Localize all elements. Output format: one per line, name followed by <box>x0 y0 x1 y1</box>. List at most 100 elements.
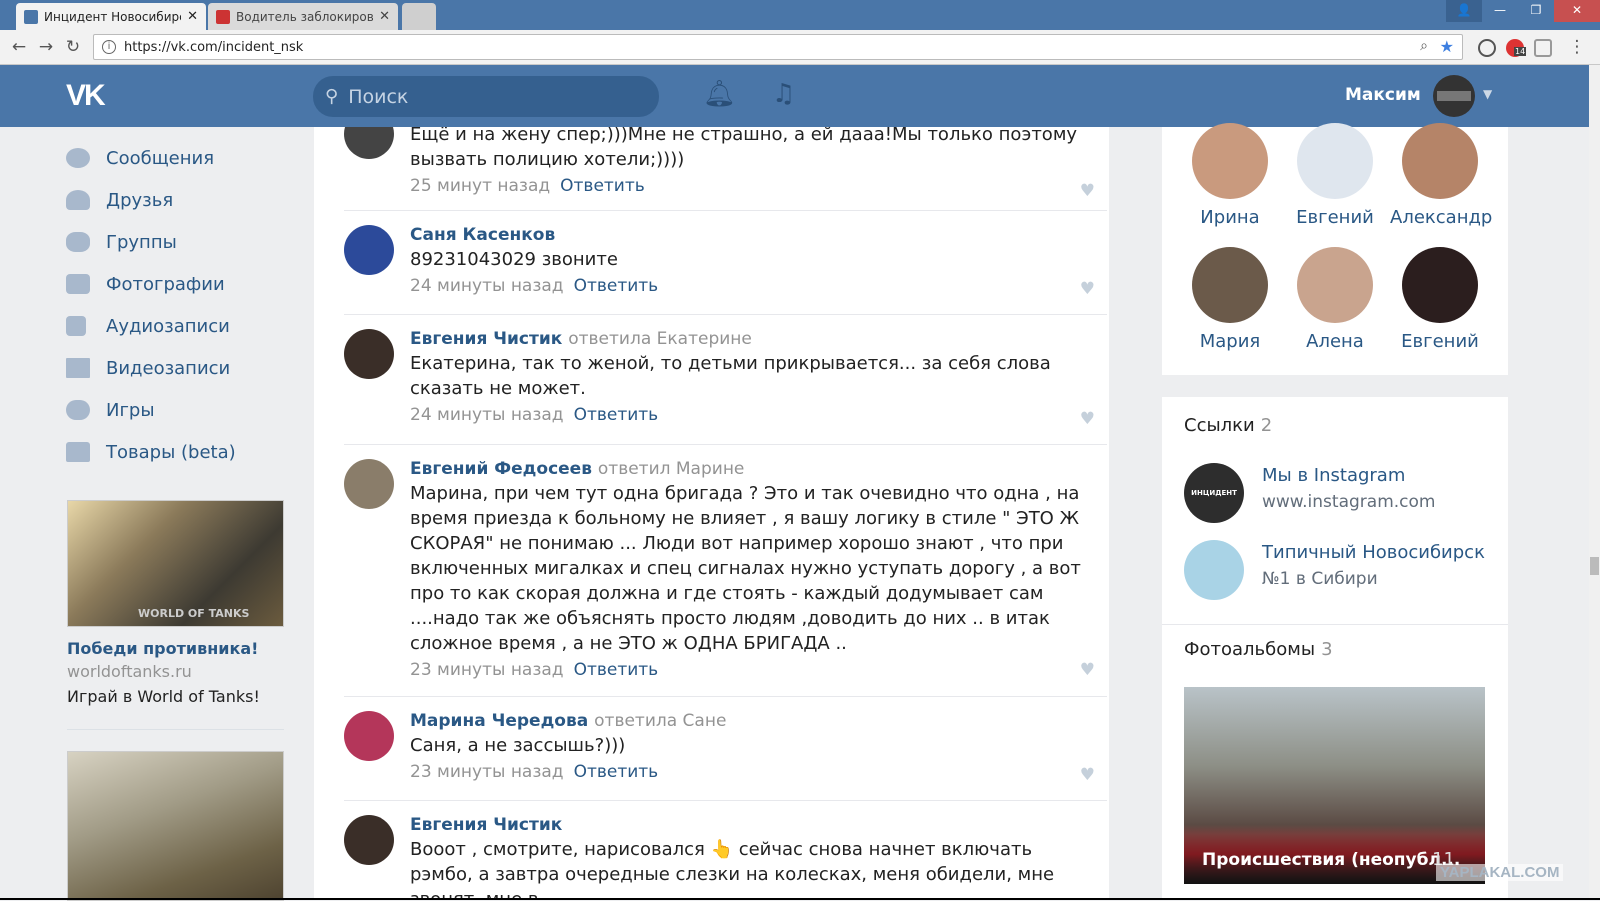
comment-time[interactable]: 24 минуты назад <box>410 405 564 425</box>
gamepad-icon <box>66 400 90 420</box>
comment-author[interactable]: Евгения Чистик ответила Екатерине <box>410 327 1100 351</box>
vk-logo[interactable]: VK <box>66 79 106 113</box>
restore-icon[interactable]: ❐ <box>1518 0 1554 22</box>
comment-time[interactable]: 24 минуты назад <box>410 276 564 296</box>
link-avatar[interactable] <box>1184 540 1244 600</box>
comment-time[interactable]: 23 минуты назад <box>410 660 564 680</box>
reply-button[interactable]: Ответить <box>574 762 659 782</box>
user-name[interactable]: Максим <box>1345 85 1421 105</box>
url-field[interactable]: i https://vk.com/incident_nsk ⌕ ★ <box>93 34 1463 60</box>
minimize-icon[interactable]: — <box>1482 0 1518 22</box>
friend-item[interactable]: Евгений <box>1390 247 1490 352</box>
comment-author[interactable]: Марина Чередова ответила Сане <box>410 709 1100 733</box>
comment-avatar[interactable] <box>344 711 394 761</box>
close-window-icon[interactable]: ✕ <box>1554 0 1600 22</box>
zoom-icon[interactable]: ⌕ <box>1420 38 1428 54</box>
comment-avatar[interactable] <box>344 459 394 509</box>
close-tab-icon[interactable]: ✕ <box>379 9 390 24</box>
comment-author[interactable]: Саня Касенков <box>410 223 1100 247</box>
browser-tab-inactive[interactable]: Водитель заблокировал ✕ <box>208 3 398 30</box>
new-tab-button[interactable] <box>402 3 436 30</box>
scrollbar-thumb[interactable] <box>1590 557 1599 575</box>
left-sidebar: Сообщения Друзья Группы Фотографии Аудио… <box>66 127 316 473</box>
comment-time[interactable]: 23 минуты назад <box>410 762 564 782</box>
reply-button[interactable]: Ответить <box>574 660 659 680</box>
menu-dots-icon[interactable]: ⋮ <box>1566 36 1588 58</box>
comment-author[interactable]: Евгений Федосеев ответил Марине <box>410 457 1100 481</box>
link-item[interactable]: ИНЦИДЕНТ Мы в Instagram www.instagram.com <box>1184 463 1435 523</box>
site-info-icon[interactable]: i <box>102 40 116 54</box>
reply-button[interactable]: Ответить <box>560 176 645 196</box>
ad-block[interactable] <box>67 751 284 901</box>
sidebar-item-games[interactable]: Игры <box>66 389 316 431</box>
comment-meta: 24 минуты назад Ответить <box>410 272 1100 300</box>
ad-title[interactable]: Победи противника! <box>67 639 284 658</box>
links-header[interactable]: Ссылки 2 <box>1184 415 1272 436</box>
sidebar-item-audio[interactable]: Аудиозаписи <box>66 305 316 347</box>
bookmark-star-icon[interactable]: ★ <box>1440 37 1454 56</box>
sidebar-item-friends[interactable]: Друзья <box>66 179 316 221</box>
browser-tab-active[interactable]: Инцидент Новосибирск ✕ <box>16 3 206 30</box>
friend-avatar[interactable] <box>1402 123 1478 199</box>
sidebar-item-goods[interactable]: Товары (beta) <box>66 431 316 473</box>
close-tab-icon[interactable]: ✕ <box>187 9 198 24</box>
friend-avatar[interactable] <box>1192 247 1268 323</box>
profile-icon[interactable]: 👤 <box>1446 0 1482 22</box>
heart-icon[interactable]: ♥ <box>1080 660 1095 680</box>
heart-icon[interactable]: ♥ <box>1080 409 1095 429</box>
reply-button[interactable]: Ответить <box>574 276 659 296</box>
reply-to-label[interactable]: ответила Сане <box>594 711 726 731</box>
heart-icon[interactable]: ♥ <box>1080 181 1095 201</box>
ad-block[interactable]: WORLD OF TANKS Победи противника! worldo… <box>67 500 284 706</box>
friend-avatar[interactable] <box>1402 247 1478 323</box>
friend-avatar[interactable] <box>1192 123 1268 199</box>
comment-item: Ещё и на жену спер;)))Мне не страшно, а … <box>344 127 1107 211</box>
sidebar-item-photos[interactable]: Фотографии <box>66 263 316 305</box>
search-box[interactable]: ⚲ <box>313 76 659 117</box>
comment-avatar[interactable] <box>344 815 394 865</box>
back-arrow-icon[interactable]: ← <box>8 36 30 58</box>
comment-avatar[interactable] <box>344 225 394 275</box>
comment-meta: 23 минуты назад Ответить <box>410 758 1100 786</box>
forward-arrow-icon[interactable]: → <box>35 36 57 58</box>
friend-item[interactable]: Алена <box>1285 247 1385 352</box>
comment-avatar[interactable] <box>344 127 394 159</box>
sidebar-item-messages[interactable]: Сообщения <box>66 137 316 179</box>
sidebar-item-videos[interactable]: Видеозаписи <box>66 347 316 389</box>
link-item[interactable]: Типичный Новосибирск №1 в Сибири <box>1184 540 1485 600</box>
friend-avatar[interactable] <box>1297 247 1373 323</box>
comment-text: Марина, при чем тут одна бригада ? Это и… <box>410 483 1081 654</box>
vk-default-avatar-icon[interactable] <box>1297 123 1373 199</box>
reply-to-label[interactable]: ответила Екатерине <box>568 329 752 349</box>
comment-time[interactable]: 25 минут назад <box>410 176 550 196</box>
notifications-bell-icon[interactable]: 🔔︎ <box>703 79 736 109</box>
adblock-extension-icon[interactable]: 14 <box>1506 39 1527 57</box>
music-note-icon[interactable]: ♫ <box>772 79 795 109</box>
comment-author[interactable]: Евгения Чистик <box>410 813 1100 837</box>
comment-avatar[interactable] <box>344 329 394 379</box>
extension-icon[interactable] <box>1478 39 1496 57</box>
friend-item[interactable]: Евгений <box>1285 123 1385 228</box>
user-avatar[interactable] <box>1433 75 1475 117</box>
extension-icon[interactable] <box>1534 39 1552 57</box>
camera-icon <box>66 274 90 294</box>
albums-header[interactable]: Фотоальбомы 3 <box>1184 639 1333 660</box>
friend-item[interactable]: Ирина <box>1180 123 1280 228</box>
heart-icon[interactable]: ♥ <box>1080 279 1095 299</box>
scrollbar[interactable] <box>1589 65 1600 900</box>
heart-icon[interactable]: ♥ <box>1080 765 1095 785</box>
reply-button[interactable]: Ответить <box>574 405 659 425</box>
friend-item[interactable]: Мария <box>1180 247 1280 352</box>
friend-item[interactable]: Александр <box>1390 123 1492 228</box>
reload-icon[interactable]: ↻ <box>62 36 84 58</box>
search-input[interactable] <box>348 85 649 108</box>
link-avatar[interactable]: ИНЦИДЕНТ <box>1184 463 1244 523</box>
friends-icon <box>66 190 90 210</box>
album-cover[interactable]: Происшествия (неопубл... 11 <box>1184 687 1485 884</box>
sidebar-item-groups[interactable]: Группы <box>66 221 316 263</box>
ad-image[interactable]: WORLD OF TANKS <box>67 500 284 627</box>
comment-item: Марина Чередова ответила Сане Саня, а не… <box>344 697 1107 801</box>
reply-to-label[interactable]: ответил Марине <box>598 459 745 479</box>
chevron-down-icon[interactable]: ▼ <box>1483 87 1492 101</box>
ad-image[interactable] <box>67 751 284 901</box>
